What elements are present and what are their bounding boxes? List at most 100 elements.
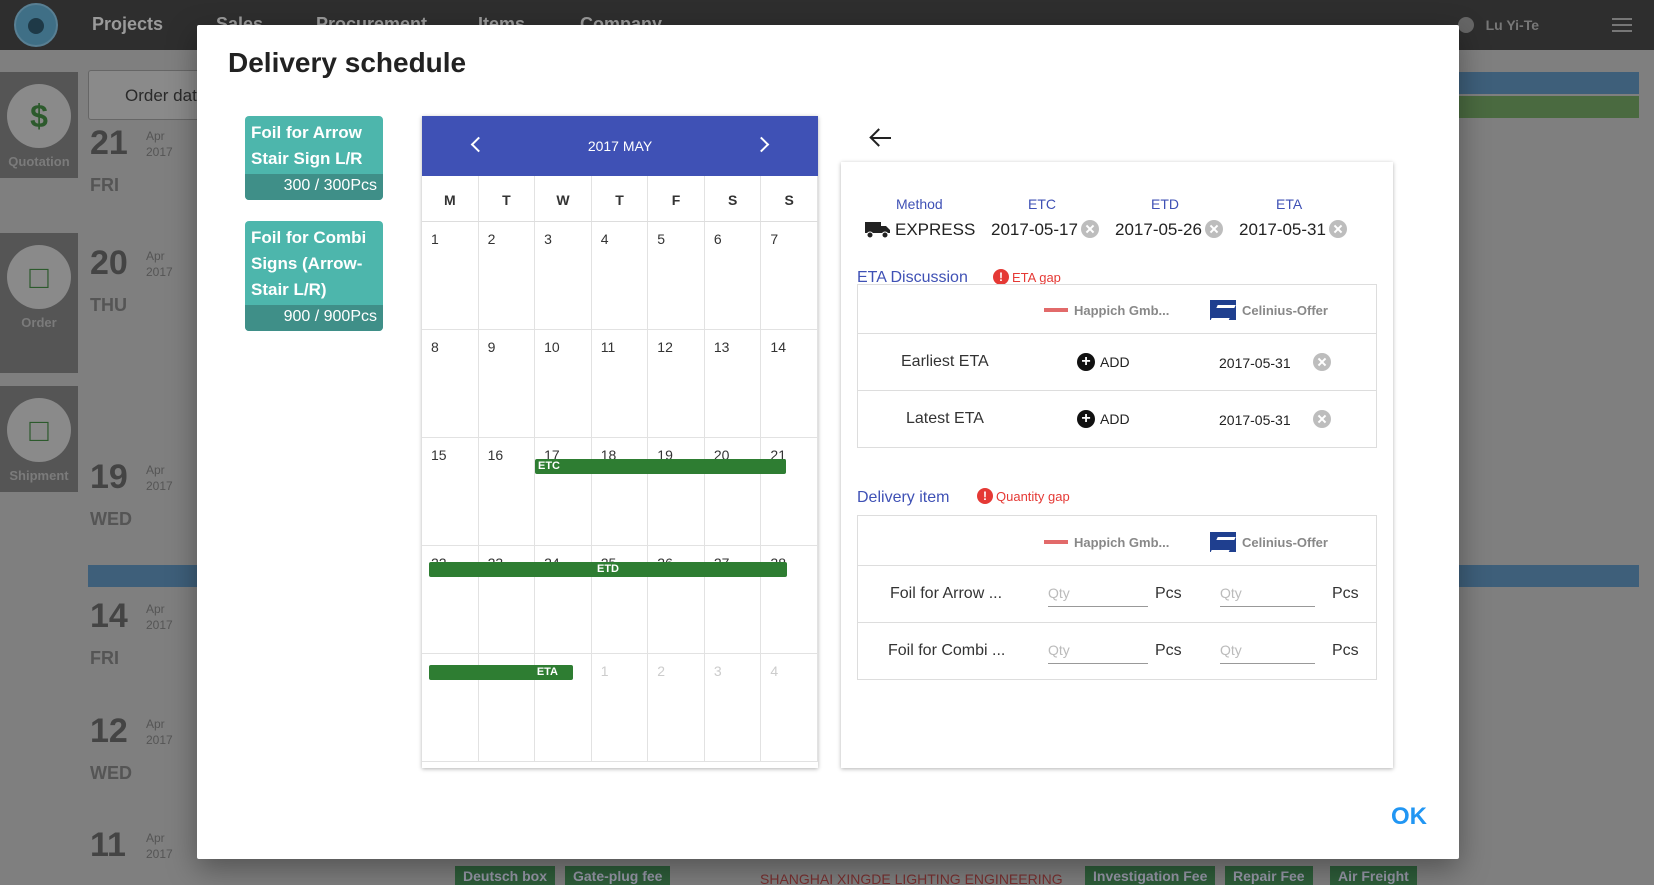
table-row: Foil for Combi ... Pcs Pcs <box>858 623 1376 679</box>
timeline-date: 19 Apr 2017 WED <box>90 458 173 530</box>
sidebar-order[interactable]: □ Order <box>0 233 78 373</box>
calendar-day[interactable]: 16 <box>478 438 536 546</box>
calendar-day[interactable]: 18 <box>591 438 649 546</box>
tag-investigation-fee: Investigation Fee <box>1085 866 1216 885</box>
calendar: 2017 MAY M T W T F S S 1 2 3 4 5 6 7 8 9 10 11 12 13… <box>422 116 818 768</box>
qty-input-celinius[interactable] <box>1220 636 1315 664</box>
nav-projects[interactable]: Projects <box>92 14 163 35</box>
next-month-icon[interactable] <box>752 133 776 157</box>
calendar-day[interactable]: 9 <box>478 330 536 438</box>
add-latest-eta-button[interactable]: + ADD <box>1077 410 1130 428</box>
latest-eta-date: 2017-05-31 <box>1219 412 1291 428</box>
earliest-eta-label: Earliest ETA <box>901 353 989 370</box>
back-arrow-icon[interactable] <box>869 126 893 150</box>
calendar-day[interactable]: 2 <box>648 654 705 762</box>
sidebar-quotation[interactable]: $ Quotation <box>0 72 78 178</box>
tag-gate-plug-fee: Gate-plug fee <box>565 866 671 885</box>
weekday-header: M T W T F S S <box>422 176 818 222</box>
clear-etc-icon[interactable] <box>1081 220 1099 238</box>
calendar-day[interactable]: 1 <box>591 654 649 762</box>
sidebar-order-label: Order <box>21 315 57 330</box>
timeline-month: Apr <box>146 129 165 143</box>
sidebar-shipment[interactable]: □ Shipment <box>0 386 78 492</box>
eta-date-value[interactable]: 2017-05-31 <box>1239 220 1326 240</box>
qty-input-happich[interactable] <box>1048 636 1148 664</box>
calendar-grid: 1234567891011121314151617181920212223242… <box>422 222 818 762</box>
item-card-qty: 300 / 300Pcs <box>245 174 383 200</box>
alert-icon: ! <box>977 488 993 504</box>
etd-date-value[interactable]: 2017-05-26 <box>1115 220 1202 240</box>
eta-gap-warning: ! ETA gap <box>993 269 1061 285</box>
calendar-day[interactable]: 17 <box>535 438 592 546</box>
calendar-day[interactable]: 4 <box>591 222 649 330</box>
weekday-label: T <box>592 176 649 221</box>
app-logo[interactable] <box>14 3 58 47</box>
calendar-day[interactable]: 10 <box>535 330 592 438</box>
delivery-item-label: Foil for Arrow ... <box>890 585 1003 602</box>
calendar-day[interactable]: 2 <box>478 222 536 330</box>
calendar-day[interactable]: 3 <box>704 654 762 762</box>
supplier-name: Celinius-Offer <box>1242 534 1328 550</box>
calendar-day[interactable]: 4 <box>761 654 818 762</box>
calendar-day[interactable]: 21 <box>761 438 818 546</box>
shipment-detail-panel: Method ETC ETD ETA EXPRESS 2017-05-17 20… <box>841 162 1393 768</box>
weekday-label: W <box>535 176 592 221</box>
user-icon <box>1458 17 1474 33</box>
unit-label: Pcs <box>1332 642 1359 659</box>
calendar-day[interactable]: 1 <box>422 222 479 330</box>
shipping-method-value[interactable]: EXPRESS <box>895 220 975 240</box>
weekday-label: S <box>705 176 762 221</box>
background-stripe <box>1459 72 1639 94</box>
tag-repair-fee: Repair Fee <box>1225 866 1313 885</box>
timeline-date: 21 Apr 2017 FRI <box>90 124 173 196</box>
qty-input-happich[interactable] <box>1048 579 1148 607</box>
clear-earliest-eta-icon[interactable] <box>1313 353 1331 371</box>
etc-header: ETC <box>1028 196 1056 212</box>
item-card[interactable]: Foil for Combi Signs (Arrow-Stair L/R) 9… <box>245 221 383 331</box>
calendar-day[interactable]: 8 <box>422 330 479 438</box>
table-row: Foil for Arrow ... Pcs Pcs <box>858 566 1376 623</box>
calendar-day[interactable]: 7 <box>761 222 818 330</box>
quantity-gap-text: Quantity gap <box>996 488 1070 504</box>
calendar-day[interactable]: 3 <box>535 222 592 330</box>
clear-latest-eta-icon[interactable] <box>1313 410 1331 428</box>
add-label: ADD <box>1100 354 1130 370</box>
sort-label: Order dat <box>125 86 197 105</box>
weekday-label: S <box>761 176 818 221</box>
item-card[interactable]: Foil for Arrow Stair Sign L/R 300 / 300P… <box>245 116 383 200</box>
item-card-qty: 900 / 900Pcs <box>245 305 383 331</box>
calendar-day[interactable]: 19 <box>648 438 705 546</box>
timeline-month: Apr <box>146 831 165 845</box>
calendar-day[interactable]: 20 <box>704 438 762 546</box>
sort-order-date-button[interactable]: Order dat <box>88 70 208 120</box>
etc-event-bar[interactable]: ETC <box>535 459 786 474</box>
plus-icon: + <box>1077 353 1095 371</box>
timeline-day: 11 <box>90 826 126 864</box>
calendar-day[interactable]: 6 <box>704 222 762 330</box>
calendar-day[interactable]: 11 <box>591 330 649 438</box>
eta-header: ETA <box>1276 196 1303 212</box>
etd-event-bar[interactable]: ETD <box>429 562 787 577</box>
clear-etd-icon[interactable] <box>1205 220 1223 238</box>
add-earliest-eta-button[interactable]: + ADD <box>1077 353 1130 371</box>
etc-date-value[interactable]: 2017-05-17 <box>991 220 1078 240</box>
supplier-name: Happich Gmb... <box>1074 302 1170 318</box>
eta-event-bar[interactable]: ETA <box>429 665 573 680</box>
calendar-day[interactable]: 13 <box>704 330 762 438</box>
calendar-day[interactable]: 14 <box>761 330 818 438</box>
calendar-header: 2017 MAY <box>422 116 818 176</box>
ok-button[interactable]: OK <box>1391 803 1427 831</box>
method-header: Method <box>896 196 943 212</box>
latest-eta-label: Latest ETA <box>906 410 984 427</box>
weekday-label: F <box>648 176 705 221</box>
calendar-day[interactable]: 5 <box>648 222 705 330</box>
hamburger-menu-icon[interactable] <box>1612 18 1632 32</box>
supplier-name: Happich Gmb... <box>1074 534 1170 550</box>
calendar-day[interactable]: 12 <box>648 330 705 438</box>
supplier-celinius: Celinius-Offer <box>1210 532 1328 552</box>
calendar-day[interactable]: 15 <box>422 438 479 546</box>
user-name[interactable]: Lu Yi-Te <box>1486 17 1539 33</box>
qty-input-celinius[interactable] <box>1220 579 1315 607</box>
item-card-name: Foil for Combi Signs (Arrow-Stair L/R) <box>251 228 367 299</box>
clear-eta-icon[interactable] <box>1329 220 1347 238</box>
